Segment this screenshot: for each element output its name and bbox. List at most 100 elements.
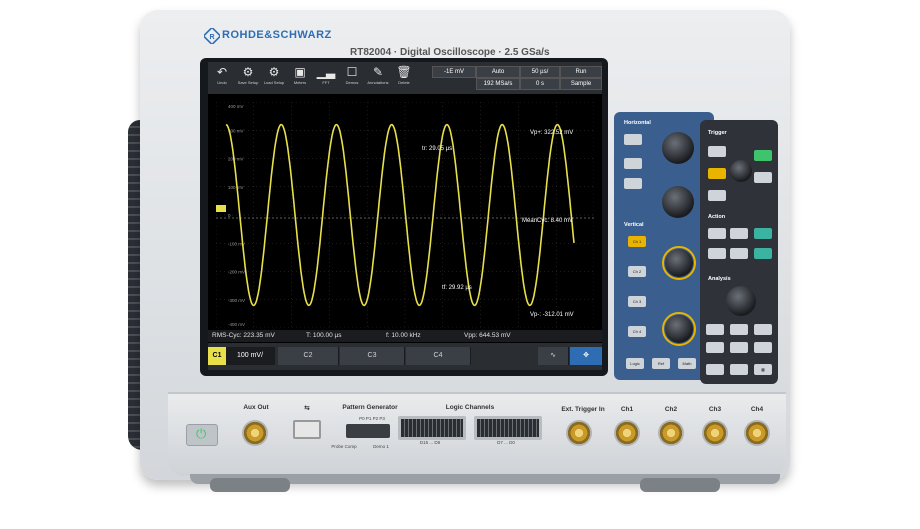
ch1-button[interactable]: Ch 1 bbox=[628, 236, 646, 247]
label-horizontal: Horizontal bbox=[624, 120, 651, 126]
waveform-plot[interactable]: 400 mV300 mV200 mV100 mV0-100 mV-200 mV-… bbox=[216, 102, 594, 328]
foot-right bbox=[640, 478, 720, 492]
y-tick-label: 200 mV bbox=[228, 157, 244, 162]
analysis-knob[interactable] bbox=[726, 286, 756, 316]
save-icon: ⚙ bbox=[242, 65, 254, 79]
channel-tab-4[interactable]: C4 bbox=[406, 347, 471, 365]
trigger-button-2[interactable] bbox=[708, 168, 726, 179]
fft-icon: ▁▃ bbox=[316, 65, 336, 79]
horizontal-button-3[interactable] bbox=[624, 178, 642, 189]
channel-1-marker[interactable] bbox=[216, 205, 226, 212]
channel-scale[interactable]: 100 mV/ bbox=[226, 347, 275, 365]
meas-frequency: f: 10.00 kHz bbox=[386, 332, 421, 339]
model-line: RT82004 · Digital Oscilloscope · 2.5 GSa… bbox=[350, 47, 550, 58]
action-button-2[interactable] bbox=[730, 228, 748, 239]
vertical-scale-knob[interactable] bbox=[665, 315, 693, 343]
wave-icon[interactable]: ∿ bbox=[538, 347, 569, 365]
action-button-5[interactable] bbox=[730, 248, 748, 259]
trigger-level-knob[interactable] bbox=[730, 160, 752, 182]
channel-tab-2[interactable]: C2 bbox=[278, 347, 339, 365]
display-screen: ↶ Undo ⚙ Save Setup ⚙ Load Setup ▣ Meters ▁▃… bbox=[208, 62, 602, 370]
trigger-level[interactable]: -1E mV bbox=[432, 66, 476, 78]
pattern-generator-pins[interactable] bbox=[346, 424, 390, 438]
y-tick-label: 400 mV bbox=[228, 104, 244, 109]
trigger-mode[interactable]: Auto bbox=[476, 66, 520, 78]
pattern-generator-label: Pattern Generator bbox=[342, 404, 398, 411]
trigger-run-button[interactable] bbox=[754, 150, 772, 161]
trigger-button-4[interactable] bbox=[754, 172, 772, 183]
analysis-button-6[interactable] bbox=[754, 342, 772, 353]
ch3-button[interactable]: Ch 3 bbox=[628, 296, 646, 307]
foot-left bbox=[210, 478, 290, 492]
toolbar-meters[interactable]: ▣ Meters bbox=[288, 64, 312, 92]
toolbar-fft[interactable]: ▁▃ FFT bbox=[314, 64, 338, 92]
ch3-label: Ch3 bbox=[708, 406, 722, 413]
toolbar-save-setup[interactable]: ⚙ Save Setup bbox=[236, 64, 260, 92]
horizontal-scale-knob[interactable] bbox=[662, 186, 694, 218]
horizontal-button-1[interactable] bbox=[624, 134, 642, 145]
channel-tab-active[interactable]: C1 bbox=[208, 347, 227, 365]
analysis-button-7[interactable] bbox=[706, 364, 724, 375]
trigger-button-1[interactable] bbox=[708, 146, 726, 157]
power-icon: ⏻ bbox=[196, 426, 207, 441]
zoom-icon[interactable]: ✥ bbox=[570, 347, 602, 365]
aux-out-connector[interactable] bbox=[242, 420, 268, 446]
label-vertical: Vertical bbox=[624, 222, 644, 228]
meas-period: T: 100.00 µs bbox=[306, 332, 342, 339]
y-tick-label: -200 mV bbox=[228, 270, 245, 275]
action-button-3[interactable] bbox=[754, 228, 772, 239]
menu-grid-icon[interactable]: ▦ bbox=[754, 364, 772, 375]
control-panel-left: Horizontal Vertical Ch 1 Ch 2 Ch 3 Ch 4 … bbox=[614, 112, 714, 380]
math-button[interactable]: Math bbox=[678, 358, 696, 369]
logic-connector-low[interactable] bbox=[474, 416, 542, 440]
undo-icon: ↶ bbox=[216, 65, 228, 79]
y-tick-label: 100 mV bbox=[228, 185, 244, 190]
trigger-button-3[interactable] bbox=[708, 190, 726, 201]
logic-connector-high[interactable] bbox=[398, 416, 466, 440]
analysis-button-5[interactable] bbox=[730, 342, 748, 353]
control-panel-right: Trigger Action Analysis ▦ bbox=[700, 120, 778, 384]
action-button-6[interactable] bbox=[754, 248, 772, 259]
vertical-position-knob[interactable] bbox=[665, 249, 693, 277]
ch1-connector[interactable] bbox=[614, 420, 640, 446]
timebase[interactable]: 50 µs/ bbox=[520, 66, 560, 78]
usb-port[interactable] bbox=[293, 420, 321, 439]
acquisition-mode: Sample bbox=[560, 78, 602, 90]
y-tick-label: -400 mV bbox=[228, 322, 245, 327]
channel-tab-3[interactable]: C3 bbox=[340, 347, 405, 365]
horizontal-position-knob[interactable] bbox=[662, 132, 694, 164]
analysis-button-2[interactable] bbox=[730, 324, 748, 335]
ext-trigger-connector[interactable] bbox=[566, 420, 592, 446]
usb-icon: ⇆ bbox=[304, 405, 310, 412]
annotation-icon: ✎ bbox=[372, 65, 384, 79]
ch4-connector[interactable] bbox=[744, 420, 770, 446]
load-icon: ⚙ bbox=[268, 65, 280, 79]
logic-button[interactable]: Logic bbox=[626, 358, 644, 369]
logic-high-label: D15 ... D8 bbox=[419, 440, 441, 445]
ch4-button[interactable]: Ch 4 bbox=[628, 326, 646, 337]
pattern-pins-label: P0 P1 P2 P3 bbox=[359, 416, 385, 421]
analysis-button-8[interactable] bbox=[730, 364, 748, 375]
ch2-button[interactable]: Ch 2 bbox=[628, 266, 646, 277]
analysis-button-4[interactable] bbox=[706, 342, 724, 353]
logic-channels-label: Logic Channels bbox=[445, 404, 495, 411]
run-state[interactable]: Run bbox=[560, 66, 602, 78]
toolbar-delete[interactable]: 🗑 Delete bbox=[392, 64, 416, 92]
label-trigger: Trigger bbox=[708, 130, 727, 136]
action-button-4[interactable] bbox=[708, 248, 726, 259]
toolbar-demos[interactable]: ☐ Demos bbox=[340, 64, 364, 92]
action-button-1[interactable] bbox=[708, 228, 726, 239]
ch1-label: Ch1 bbox=[620, 406, 634, 413]
annotation-vp-pos: Vp+: 322.52 mV bbox=[530, 130, 573, 136]
ch2-connector[interactable] bbox=[658, 420, 684, 446]
y-tick-label: 0 bbox=[228, 213, 231, 218]
ch3-connector[interactable] bbox=[702, 420, 728, 446]
toolbar-undo[interactable]: ↶ Undo bbox=[210, 64, 234, 92]
toolbar-annotations[interactable]: ✎ Annotations bbox=[366, 64, 390, 92]
analysis-button-3[interactable] bbox=[754, 324, 772, 335]
ref-button[interactable]: Ref bbox=[652, 358, 670, 369]
analysis-button-1[interactable] bbox=[706, 324, 724, 335]
horizontal-button-2[interactable] bbox=[624, 158, 642, 169]
toolbar-load-setup[interactable]: ⚙ Load Setup bbox=[262, 64, 286, 92]
meas-vpp: Vpp: 644.53 mV bbox=[464, 332, 511, 339]
